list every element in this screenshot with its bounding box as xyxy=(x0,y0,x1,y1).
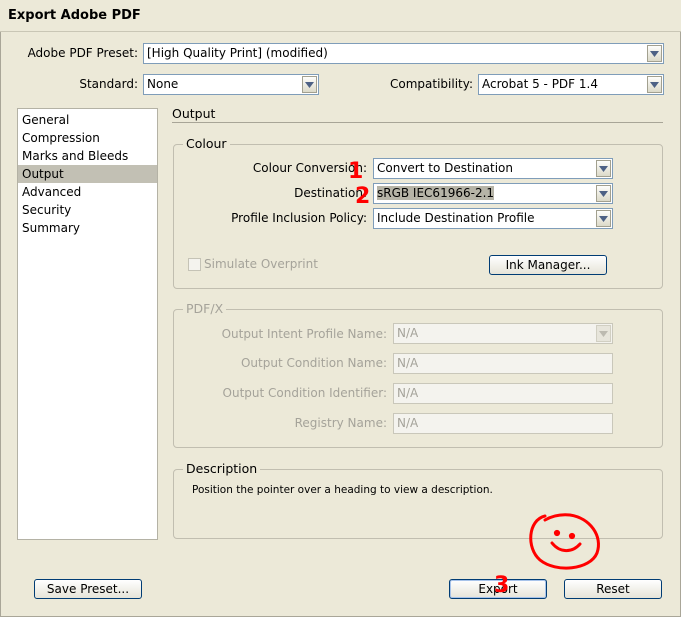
annotation-marker-1: 1 xyxy=(348,159,363,184)
annotation-marker-2: 2 xyxy=(355,184,370,209)
smiley-annotation-icon xyxy=(529,513,600,570)
annotation-marker-3: 3 xyxy=(494,573,509,598)
annotation-overlay: 1 2 3 xyxy=(348,159,600,598)
